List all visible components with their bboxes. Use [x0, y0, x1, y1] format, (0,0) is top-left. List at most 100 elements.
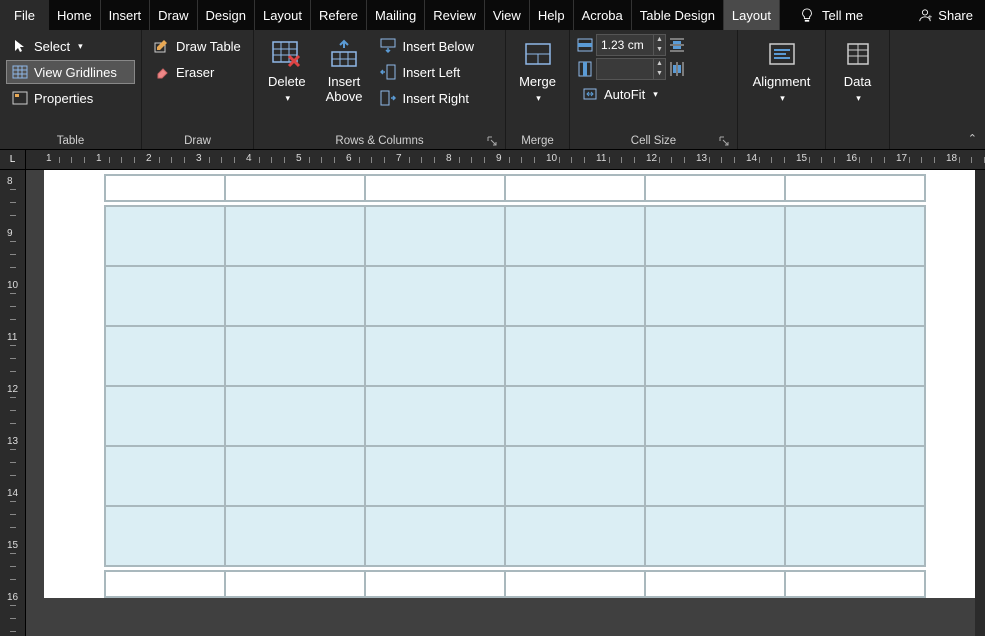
tell-me-search[interactable]: Tell me — [786, 0, 877, 30]
data-button[interactable]: Data▾ — [834, 34, 882, 106]
share-button[interactable]: + Share — [906, 0, 985, 30]
group-cell-size: ▲▼ ▲▼ AutoFit ▾ C — [570, 30, 738, 149]
chevron-down-icon: ▾ — [780, 93, 785, 103]
tab-references[interactable]: Refere — [311, 0, 367, 30]
insert-left-label: Insert Left — [402, 65, 460, 80]
table-row[interactable] — [105, 326, 925, 386]
eraser-label: Eraser — [176, 65, 214, 80]
tab-design[interactable]: Design — [198, 0, 255, 30]
tab-help[interactable]: Help — [530, 0, 574, 30]
chevron-down-icon: ▾ — [286, 93, 291, 103]
table-row[interactable] — [105, 506, 925, 566]
insert-above-label: Insert Above — [326, 74, 363, 104]
document-table[interactable] — [104, 174, 926, 598]
row-height-icon — [576, 36, 594, 54]
eraser-button[interactable]: Eraser — [148, 60, 247, 84]
vertical-scrollbar[interactable] — [975, 170, 985, 636]
eraser-icon — [154, 64, 170, 80]
alignment-label: Alignment — [753, 74, 811, 89]
draw-table-button[interactable]: Draw Table — [148, 34, 247, 58]
distribute-rows-icon[interactable] — [668, 36, 686, 54]
table-row[interactable] — [105, 446, 925, 506]
tab-acrobat[interactable]: Acroba — [574, 0, 632, 30]
group-rows-columns: Delete ▾ Insert Above Insert Below Insert… — [254, 30, 506, 149]
col-width-field[interactable] — [597, 62, 653, 76]
insert-right-button[interactable]: Insert Right — [374, 86, 480, 110]
alignment-icon — [766, 38, 798, 70]
group-merge-label: Merge — [512, 132, 563, 149]
dialog-launcher-icon[interactable] — [719, 136, 729, 146]
tab-draw[interactable]: Draw — [150, 0, 197, 30]
table-row[interactable] — [105, 206, 925, 266]
tab-table-layout[interactable]: Layout — [724, 0, 780, 30]
group-data: Data▾ — [826, 30, 890, 149]
chevron-down-icon: ▾ — [78, 41, 83, 52]
group-data-label — [832, 144, 883, 149]
page — [44, 170, 984, 598]
col-width-icon — [576, 60, 594, 78]
tab-view[interactable]: View — [485, 0, 530, 30]
merge-label: Merge — [519, 74, 556, 89]
view-gridlines-button[interactable]: View Gridlines — [6, 60, 135, 84]
group-draw-label: Draw — [148, 132, 247, 149]
draw-table-label: Draw Table — [176, 39, 241, 54]
tab-home[interactable]: Home — [49, 0, 101, 30]
spin-up[interactable]: ▲ — [653, 35, 665, 45]
data-icon — [842, 38, 874, 70]
gridlines-icon — [12, 64, 28, 80]
alignment-button[interactable]: Alignment ▾ — [745, 34, 819, 106]
tab-review[interactable]: Review — [425, 0, 485, 30]
ruler-corner[interactable]: L — [0, 150, 26, 170]
document-area[interactable] — [26, 170, 985, 636]
row-height-input[interactable]: ▲▼ — [596, 34, 666, 56]
tab-mailings[interactable]: Mailing — [367, 0, 425, 30]
spin-down[interactable]: ▼ — [653, 45, 665, 55]
svg-text:+: + — [928, 12, 932, 21]
tab-table-design[interactable]: Table Design — [632, 0, 724, 30]
select-label: Select — [34, 39, 70, 54]
tab-insert[interactable]: Insert — [101, 0, 151, 30]
insert-right-label: Insert Right — [402, 91, 468, 106]
row-height-field[interactable] — [597, 38, 653, 52]
merge-button[interactable]: Merge▾ — [511, 34, 564, 106]
distribute-cols-icon[interactable] — [668, 60, 686, 78]
insert-above-icon — [328, 38, 360, 70]
table-row[interactable] — [105, 386, 925, 446]
delete-label: Delete — [268, 74, 306, 89]
horizontal-ruler[interactable]: 1123456789101112131415161718 — [26, 150, 985, 170]
insert-above-button[interactable]: Insert Above — [318, 34, 371, 104]
insert-below-button[interactable]: Insert Below — [374, 34, 480, 58]
spin-down[interactable]: ▼ — [653, 69, 665, 79]
bulb-icon — [800, 8, 814, 22]
group-alignment: Alignment ▾ — [738, 30, 826, 149]
group-rows-columns-label: Rows & Columns — [260, 132, 499, 149]
insert-left-icon — [380, 64, 396, 80]
vertical-ruler[interactable]: 8910111213141516 — [0, 170, 26, 636]
insert-right-icon — [380, 90, 396, 106]
delete-button[interactable]: Delete ▾ — [260, 34, 314, 106]
group-merge: Merge▾ Merge — [506, 30, 570, 149]
group-table-label: Table — [6, 132, 135, 149]
tell-me-label: Tell me — [822, 8, 863, 23]
table-row[interactable] — [105, 571, 925, 597]
select-button[interactable]: Select ▾ — [6, 34, 135, 58]
group-table: Select ▾ View Gridlines Properties Table — [0, 30, 142, 149]
autofit-button[interactable]: AutoFit ▾ — [576, 82, 731, 106]
chevron-down-icon: ▾ — [653, 89, 658, 100]
tab-bar: File Home Insert Draw Design Layout Refe… — [0, 0, 985, 30]
table-row[interactable] — [105, 266, 925, 326]
insert-left-button[interactable]: Insert Left — [374, 60, 480, 84]
tab-file[interactable]: File — [0, 0, 49, 30]
col-width-input[interactable]: ▲▼ — [596, 58, 666, 80]
properties-label: Properties — [34, 91, 93, 106]
pencil-table-icon — [154, 38, 170, 54]
tab-layout[interactable]: Layout — [255, 0, 311, 30]
dialog-launcher-icon[interactable] — [487, 136, 497, 146]
collapse-ribbon-icon[interactable]: ⌃ — [968, 132, 977, 145]
delete-table-icon — [271, 38, 303, 70]
group-alignment-label — [744, 144, 819, 149]
properties-icon — [12, 90, 28, 106]
spin-up[interactable]: ▲ — [653, 59, 665, 69]
table-row[interactable] — [105, 175, 925, 201]
properties-button[interactable]: Properties — [6, 86, 135, 110]
